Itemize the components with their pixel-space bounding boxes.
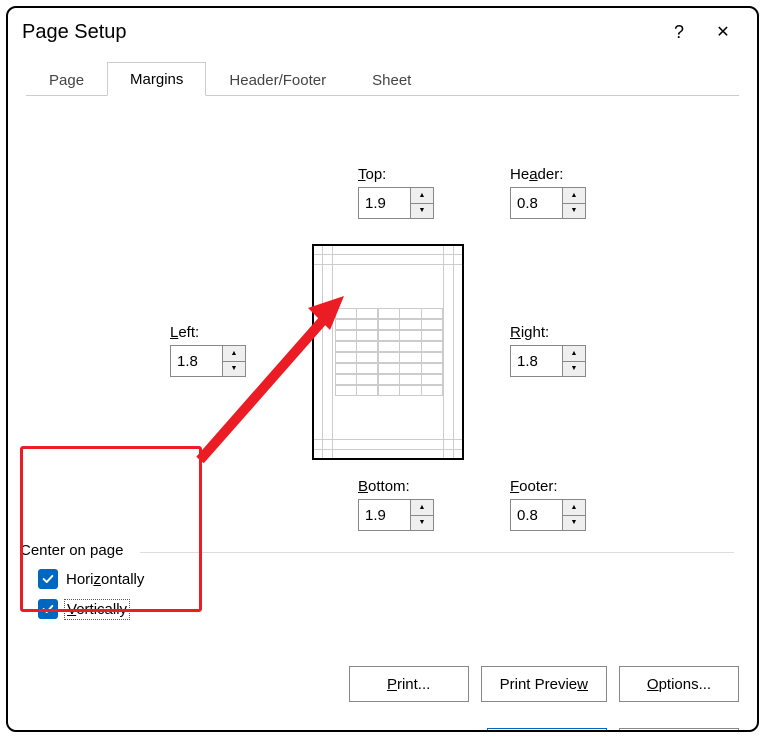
- margin-right-down[interactable]: ▼: [562, 361, 586, 378]
- print-button[interactable]: Print...: [349, 666, 469, 702]
- button-row-lower: OK Cancel: [487, 728, 739, 732]
- margin-right-label: Right:: [510, 324, 586, 341]
- margin-bottom-label: Bottom:: [358, 478, 434, 495]
- tab-page[interactable]: Page: [26, 63, 107, 96]
- margin-footer-up[interactable]: ▲: [562, 499, 586, 515]
- margin-top-up[interactable]: ▲: [410, 187, 434, 203]
- dialog-title: Page Setup: [22, 21, 657, 44]
- margin-header-field: Header: ▲ ▼: [510, 166, 586, 219]
- margin-header-label: Header:: [510, 166, 586, 183]
- margin-left-up[interactable]: ▲: [222, 345, 246, 361]
- margin-footer-label: Footer:: [510, 478, 586, 495]
- page-setup-dialog: Page Setup ? ✕ Page Margins Header/Foote…: [6, 6, 759, 732]
- margin-bottom-up[interactable]: ▲: [410, 499, 434, 515]
- margin-bottom-down[interactable]: ▼: [410, 515, 434, 532]
- margin-left-down[interactable]: ▼: [222, 361, 246, 378]
- titlebar: Page Setup ? ✕: [8, 8, 757, 54]
- margin-right-up[interactable]: ▲: [562, 345, 586, 361]
- button-row-upper: Print... Print Preview Options...: [349, 666, 739, 702]
- margin-footer-field: Footer: ▲ ▼: [510, 478, 586, 531]
- help-button[interactable]: ?: [657, 22, 701, 43]
- tab-headerfooter[interactable]: Header/Footer: [206, 63, 349, 96]
- tab-strip: Page Margins Header/Footer Sheet: [26, 56, 739, 96]
- margin-top-field: Top: ▲ ▼: [358, 166, 434, 219]
- margin-left-label: Left:: [170, 324, 246, 341]
- cancel-button[interactable]: Cancel: [619, 728, 739, 732]
- close-button[interactable]: ✕: [701, 22, 745, 42]
- tab-sheet[interactable]: Sheet: [349, 63, 434, 96]
- dialog-content: Page Margins Header/Footer Sheet Top: ▲ …: [8, 56, 757, 732]
- margin-bottom-input[interactable]: [358, 499, 410, 531]
- ok-button[interactable]: OK: [487, 728, 607, 732]
- margin-preview: [312, 244, 464, 460]
- margin-header-up[interactable]: ▲: [562, 187, 586, 203]
- margin-top-input[interactable]: [358, 187, 410, 219]
- tab-margins[interactable]: Margins: [107, 62, 206, 96]
- margin-footer-input[interactable]: [510, 499, 562, 531]
- margin-header-down[interactable]: ▼: [562, 203, 586, 220]
- options-button[interactable]: Options...: [619, 666, 739, 702]
- print-preview-button[interactable]: Print Preview: [481, 666, 607, 702]
- margin-top-down[interactable]: ▼: [410, 203, 434, 220]
- margin-right-field: Right: ▲ ▼: [510, 324, 586, 377]
- margin-footer-down[interactable]: ▼: [562, 515, 586, 532]
- margin-left-field: Left: ▲ ▼: [170, 324, 246, 377]
- margin-right-input[interactable]: [510, 345, 562, 377]
- annotation-rectangle: [20, 446, 202, 612]
- margin-bottom-field: Bottom: ▲ ▼: [358, 478, 434, 531]
- margin-top-label: Top:: [358, 166, 434, 183]
- margin-left-input[interactable]: [170, 345, 222, 377]
- margin-header-input[interactable]: [510, 187, 562, 219]
